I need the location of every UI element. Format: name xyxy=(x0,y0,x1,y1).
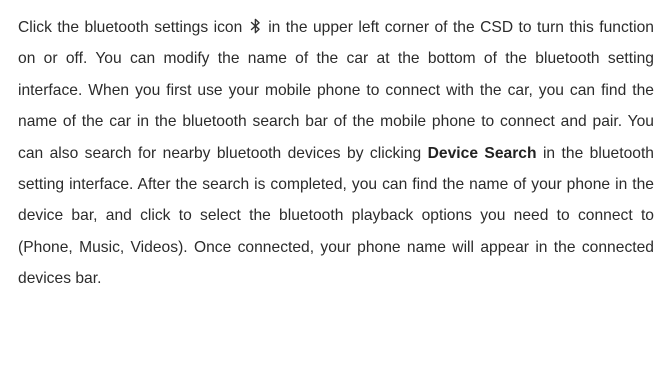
body-paragraph: Click the bluetooth settings icon in the… xyxy=(18,12,654,295)
bluetooth-icon xyxy=(249,14,262,34)
paragraph-text-3: in the bluetooth setting interface. Afte… xyxy=(18,144,654,288)
document-page: Click the bluetooth settings icon in the… xyxy=(0,0,672,376)
device-search-term: Device Search xyxy=(427,144,537,162)
paragraph-text-2: in the upper left corner of the CSD to t… xyxy=(18,19,654,162)
paragraph-text-1: Click the bluetooth settings icon xyxy=(18,19,248,36)
